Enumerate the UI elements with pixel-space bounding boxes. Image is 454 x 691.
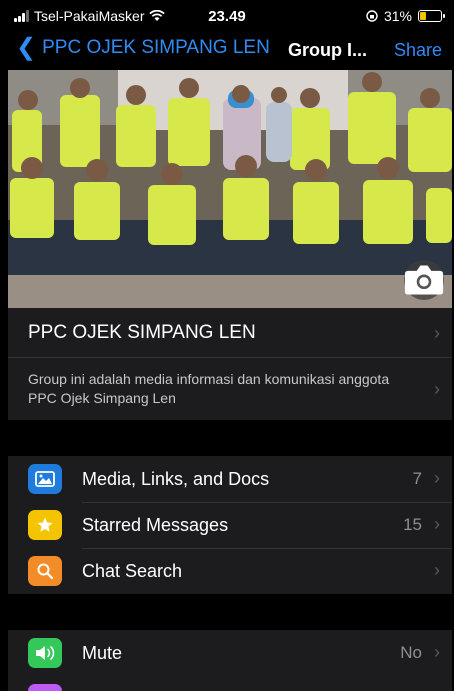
starred-messages-row[interactable]: Starred Messages 15 › — [8, 502, 452, 548]
mute-label: Mute — [82, 642, 123, 663]
group-description-row[interactable]: Group ini adalah media informasi dan kom… — [8, 358, 452, 420]
photo-icon — [28, 464, 62, 494]
group-name-row[interactable]: PPC OJEK SIMPANG LEN › — [8, 308, 452, 358]
group-photo[interactable] — [8, 70, 452, 308]
group-info: PPC OJEK SIMPANG LEN › Group ini adalah … — [8, 308, 452, 420]
chat-search-row[interactable]: Chat Search › — [8, 548, 452, 594]
starred-count: 15 — [403, 515, 422, 534]
back-label: PPC OJEK SIMPANG LEN — [42, 37, 270, 58]
chat-search-label: Chat Search — [82, 560, 183, 581]
chevron-right-icon: › — [434, 323, 440, 343]
chat-tools-section: Media, Links, and Docs 7 › Starred Messa… — [8, 456, 452, 594]
orientation-lock-icon — [366, 10, 378, 22]
camera-icon — [404, 265, 444, 295]
mute-value: No — [400, 643, 422, 662]
chevron-right-icon: › — [434, 514, 440, 534]
chevron-right-icon: › — [434, 642, 440, 662]
mute-row[interactable]: Mute No › — [8, 630, 452, 676]
battery-percent: 31% — [383, 8, 412, 24]
group-photo-image — [8, 70, 452, 308]
speaker-icon — [28, 638, 62, 668]
status-right: 31% — [366, 8, 445, 24]
battery-icon — [418, 10, 445, 22]
battery-fill — [420, 12, 426, 20]
media-links-docs-label: Media, Links, and Docs — [82, 468, 270, 489]
next-row-icon — [28, 684, 62, 691]
status-bar: Tsel-PakaiMasker 23.49 31% — [0, 0, 454, 30]
chevron-right-icon: › — [434, 468, 440, 488]
magnifier-icon — [28, 556, 62, 586]
media-count: 7 — [412, 469, 422, 488]
chevron-right-icon: › — [434, 560, 440, 580]
chevron-left-icon: ❮ — [16, 34, 37, 61]
page-title: Group I... — [288, 40, 367, 60]
star-icon — [28, 510, 62, 540]
back-button[interactable]: ❮ PPC OJEK SIMPANG LEN — [16, 36, 270, 60]
change-photo-button[interactable] — [404, 260, 444, 300]
nav-bar: ❮ PPC OJEK SIMPANG LEN Group I... Share — [0, 30, 454, 70]
group-name: PPC OJEK SIMPANG LEN — [28, 322, 256, 343]
group-description: Group ini adalah media informasi dan kom… — [28, 371, 390, 406]
chevron-right-icon: › — [434, 379, 440, 399]
starred-messages-label: Starred Messages — [82, 514, 229, 535]
media-links-docs-row[interactable]: Media, Links, and Docs 7 › — [8, 456, 452, 502]
share-button[interactable]: Share — [394, 40, 442, 61]
notifications-section: Mute No › — [8, 630, 452, 691]
